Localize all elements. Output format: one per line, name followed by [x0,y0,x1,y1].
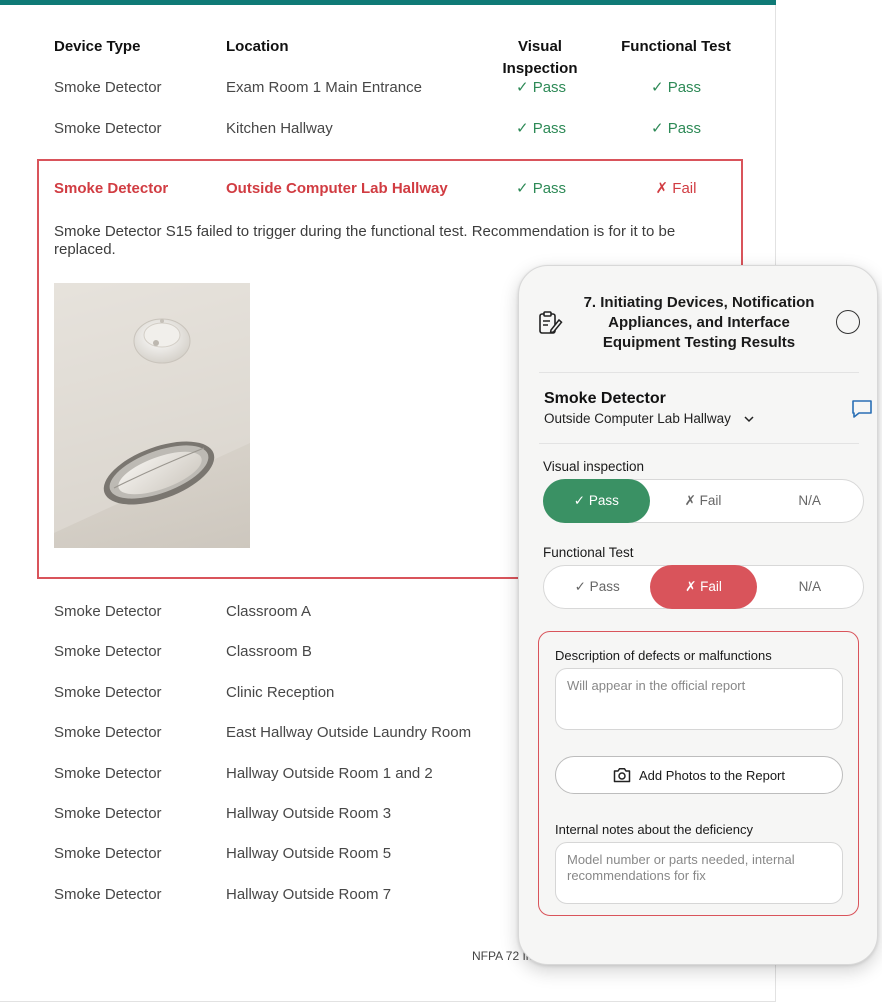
device-name: Smoke Detector [544,390,666,407]
device-type-cell: Smoke Detector [54,765,162,782]
section-complete-toggle[interactable] [836,310,860,334]
ceiling-photo-illustration [54,283,250,533]
description-label: Description of defects or malfunctions [555,648,772,663]
divider [539,443,859,444]
description-field[interactable]: Will appear in the official report [555,668,843,730]
functional-fail-option[interactable]: ✗ Fail [650,565,757,609]
visual-na-option[interactable]: N/A [756,480,863,522]
location-cell: Outside Computer Lab Hallway [226,180,448,197]
visual-result-cell: ✓ Pass [515,79,567,96]
location-cell: Clinic Reception [226,684,335,701]
header-location: Location [226,38,289,55]
device-type-cell: Smoke Detector [54,603,162,620]
device-type-cell: Smoke Detector [54,845,162,862]
location-cell: Hallway Outside Room 7 [226,886,392,903]
device-type-cell: Smoke Detector [54,886,162,903]
functional-na-option[interactable]: N/A [757,566,863,608]
header-visual-inspection: Visual Inspection [502,38,578,77]
location-selector[interactable]: Outside Computer Lab Hallway [544,411,755,426]
location-cell: Hallway Outside Room 5 [226,845,392,862]
location-cell: Classroom A [226,603,312,620]
section-header: 7. Initiating Devices, Notification Appl… [519,266,877,372]
location-cell: Hallway Outside Room 1 and 2 [226,765,433,782]
visual-result-cell: ✓ Pass [515,120,567,137]
device-type-cell: Smoke Detector [54,724,162,741]
table-row: Smoke Detector Kitchen Hallway ✓ Pass ✓ … [0,118,776,140]
device-type-cell: Smoke Detector [54,643,162,660]
functional-test-selector: ✓ Pass ✗ Fail N/A [543,565,864,609]
mobile-form-panel: 7. Initiating Devices, Notification Appl… [518,265,878,965]
device-type-cell: Smoke Detector [54,120,162,137]
internal-notes-label: Internal notes about the deficiency [555,822,754,837]
device-type-cell: Smoke Detector [54,180,169,197]
smoke-detector-photo [54,283,250,548]
report-accent-bar [0,0,776,5]
location-cell: Hallway Outside Room 3 [226,805,392,822]
add-photos-label: Add Photos to the Report [639,767,785,783]
functional-test-label: Functional Test [543,545,634,560]
location-cell: Kitchen Hallway [226,120,333,137]
functional-result-cell: ✓ Pass [650,79,702,96]
internal-notes-field[interactable]: Model number or parts needed, internal r… [555,842,843,904]
deficiency-section: Description of defects or malfunctions W… [538,631,859,916]
functional-pass-option[interactable]: ✓ Pass [544,566,650,608]
device-type-cell: Smoke Detector [54,684,162,701]
clipboard-edit-icon [539,311,563,334]
location-cell: East Hallway Outside Laundry Room [226,724,472,741]
visual-result-cell: ✓ Pass [515,180,567,197]
table-header: Device Type Location Visual Inspection F… [0,36,776,77]
device-type-cell: Smoke Detector [54,79,162,96]
location-cell: Classroom B [226,643,312,660]
camera-icon [613,768,631,783]
visual-pass-option[interactable]: ✓ Pass [543,479,650,523]
device-type-cell: Smoke Detector [54,805,162,822]
comment-icon[interactable] [851,399,873,419]
failure-note: Smoke Detector S15 failed to trigger dur… [54,223,676,258]
functional-result-cell: ✓ Pass [650,120,702,137]
section-title: 7. Initiating Devices, Notification Appl… [583,294,815,351]
failed-device-row: Smoke Detector Outside Computer Lab Hall… [0,178,776,200]
visual-inspection-selector: ✓ Pass ✗ Fail N/A [543,479,864,523]
add-photos-button[interactable]: Add Photos to the Report [555,756,843,794]
header-device-type: Device Type [54,38,141,55]
location-cell: Exam Room 1 Main Entrance [226,79,422,96]
visual-inspection-label: Visual inspection [543,459,645,474]
chevron-down-icon [744,415,754,422]
location-label: Outside Computer Lab Hallway [544,411,731,426]
functional-result-cell: ✗ Fail [655,180,697,197]
header-functional-test: Functional Test [621,38,731,55]
table-row: Smoke Detector Exam Room 1 Main Entrance… [0,77,776,99]
divider [539,372,859,373]
visual-fail-option[interactable]: ✗ Fail [650,480,757,522]
